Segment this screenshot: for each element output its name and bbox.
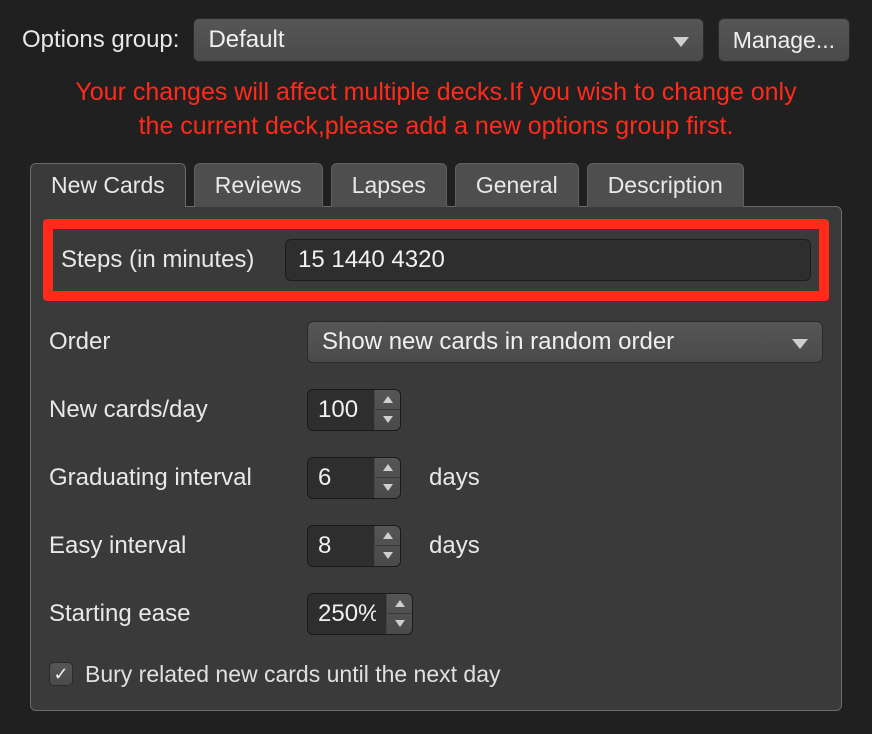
stepper-up-icon[interactable] xyxy=(375,458,400,479)
steps-label: Steps (in minutes) xyxy=(61,246,267,274)
tab-description[interactable]: Description xyxy=(587,163,744,207)
easy-interval-input[interactable] xyxy=(308,526,374,566)
days-suffix: days xyxy=(429,464,480,492)
tab-new-cards[interactable]: New Cards xyxy=(30,163,186,207)
chevron-down-icon xyxy=(792,328,808,356)
new-per-day-label: New cards/day xyxy=(49,396,289,424)
warning-line-1: Your changes will affect multiple decks.… xyxy=(75,78,796,106)
options-group-value: Default xyxy=(208,26,284,54)
tab-lapses[interactable]: Lapses xyxy=(331,163,447,207)
tab-general[interactable]: General xyxy=(455,163,579,207)
starting-ease-input[interactable] xyxy=(308,594,386,634)
tab-reviews[interactable]: Reviews xyxy=(194,163,323,207)
easy-interval-label: Easy interval xyxy=(49,532,289,560)
check-icon: ✓ xyxy=(53,664,68,685)
manage-button-label: Manage... xyxy=(733,27,835,54)
steps-highlight: Steps (in minutes) xyxy=(43,219,829,301)
stepper-up-icon[interactable] xyxy=(375,390,400,411)
tab-bar: New Cards Reviews Lapses General Descrip… xyxy=(30,162,842,206)
new-per-day-input[interactable] xyxy=(308,390,374,430)
stepper-down-icon[interactable] xyxy=(375,478,400,498)
bury-checkbox[interactable]: ✓ xyxy=(49,662,73,686)
days-suffix: days xyxy=(429,532,480,560)
chevron-down-icon xyxy=(673,26,689,54)
warning-text: Your changes will affect multiple decks.… xyxy=(22,76,850,144)
options-group-select[interactable]: Default xyxy=(193,18,703,62)
stepper-down-icon[interactable] xyxy=(375,546,400,566)
options-group-label: Options group: xyxy=(22,26,179,54)
manage-button[interactable]: Manage... xyxy=(718,18,850,62)
graduating-interval-spinner[interactable] xyxy=(307,457,401,499)
starting-ease-spinner[interactable] xyxy=(307,593,413,635)
bury-label: Bury related new cards until the next da… xyxy=(85,661,501,688)
stepper-up-icon[interactable] xyxy=(375,526,400,547)
warning-line-2: the current deck,please add a new option… xyxy=(139,112,734,140)
easy-interval-spinner[interactable] xyxy=(307,525,401,567)
order-select[interactable]: Show new cards in random order xyxy=(307,321,823,363)
stepper-down-icon[interactable] xyxy=(375,410,400,430)
graduating-interval-label: Graduating interval xyxy=(49,464,289,492)
stepper-down-icon[interactable] xyxy=(387,614,412,634)
order-value: Show new cards in random order xyxy=(322,328,674,356)
graduating-interval-input[interactable] xyxy=(308,458,374,498)
starting-ease-label: Starting ease xyxy=(49,600,289,628)
order-label: Order xyxy=(49,328,289,356)
new-cards-panel: Steps (in minutes) Order Show new cards … xyxy=(30,206,842,711)
new-per-day-spinner[interactable] xyxy=(307,389,401,431)
stepper-up-icon[interactable] xyxy=(387,594,412,615)
steps-input[interactable] xyxy=(285,239,811,281)
